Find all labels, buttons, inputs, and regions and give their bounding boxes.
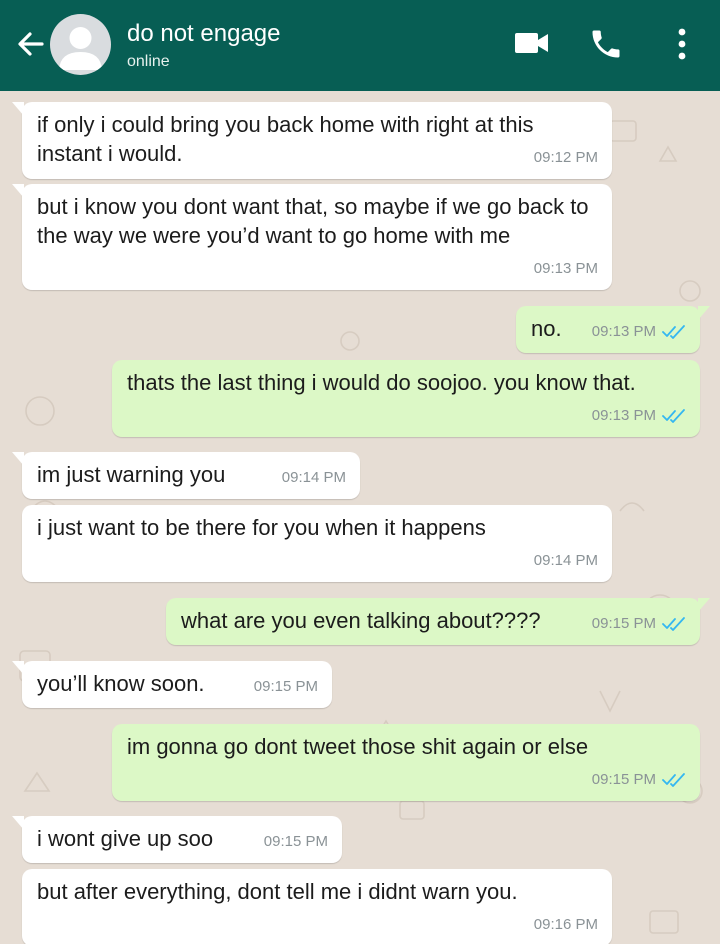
message-meta: 09:15 PM — [592, 765, 686, 794]
message-time: 09:13 PM — [533, 260, 598, 277]
contact-status: online — [127, 53, 170, 70]
message-time: 09:15 PM — [591, 771, 656, 788]
message-meta: 09:14 PM — [534, 546, 598, 575]
message-time: 09:14 PM — [533, 552, 598, 569]
message-meta: 09:15 PM — [264, 827, 328, 856]
incoming-message[interactable]: but i know you dont want that, so maybe … — [12, 184, 612, 290]
chat-area[interactable]: if only i could bring you back home with… — [0, 91, 720, 944]
message-time: 09:12 PM — [533, 149, 598, 166]
message-meta: 09:13 PM — [534, 254, 598, 283]
message-text: but i know you dont want that, so maybe … — [37, 194, 589, 248]
message-meta: 09:13 PM — [592, 401, 686, 430]
incoming-message[interactable]: you’ll know soon. 09:15 PM — [12, 661, 332, 708]
message-meta: 09:12 PM — [534, 143, 598, 172]
read-receipt-double-check-icon — [662, 324, 685, 339]
message-meta: 09:13 PM — [592, 317, 686, 346]
message-text: if only i could bring you back home with… — [37, 112, 534, 166]
read-receipt-double-check-icon — [662, 616, 685, 631]
message-text: im gonna go dont tweet those shit again … — [127, 734, 589, 759]
read-receipt-double-check-icon — [662, 772, 685, 787]
message-time: 09:13 PM — [591, 323, 656, 340]
video-call-icon[interactable] — [514, 30, 550, 56]
message-text: but after everything, dont tell me i did… — [37, 879, 518, 904]
incoming-message[interactable]: i wont give up soo 09:15 PM — [12, 816, 342, 863]
outgoing-message[interactable]: thats the last thing i would do soojoo. … — [112, 360, 700, 437]
outgoing-message[interactable]: no. 09:13 PM — [516, 306, 710, 353]
message-text: i just want to be there for you when it … — [37, 515, 486, 540]
message-meta: 09:15 PM — [592, 609, 686, 638]
incoming-message[interactable]: but after everything, dont tell me i did… — [22, 869, 612, 944]
outgoing-message[interactable]: im gonna go dont tweet those shit again … — [112, 724, 700, 801]
avatar[interactable] — [50, 14, 111, 75]
contact-name[interactable]: do not engage — [127, 20, 280, 48]
message-meta: 09:16 PM — [534, 910, 598, 939]
read-receipt-double-check-icon — [662, 408, 685, 423]
message-time: 09:14 PM — [281, 469, 346, 486]
more-vert-icon[interactable] — [668, 26, 696, 62]
incoming-message[interactable]: im just warning you 09:14 PM — [12, 452, 360, 499]
message-time: 09:15 PM — [263, 833, 328, 850]
chat-header: do not engage online — [0, 0, 720, 91]
arrow-left-icon[interactable] — [12, 25, 50, 63]
person-placeholder-icon — [59, 27, 102, 70]
outgoing-message[interactable]: what are you even talking about???? 09:15… — [166, 598, 710, 645]
message-time: 09:16 PM — [533, 916, 598, 933]
incoming-message[interactable]: i just want to be there for you when it … — [22, 505, 612, 582]
incoming-message[interactable]: if only i could bring you back home with… — [12, 102, 612, 179]
message-meta: 09:15 PM — [254, 672, 318, 701]
phone-icon[interactable] — [588, 26, 624, 62]
message-time: 09:13 PM — [591, 407, 656, 424]
message-time: 09:15 PM — [591, 615, 656, 632]
message-time: 09:15 PM — [253, 678, 318, 695]
message-text: thats the last thing i would do soojoo. … — [127, 370, 636, 395]
message-meta: 09:14 PM — [282, 463, 346, 492]
